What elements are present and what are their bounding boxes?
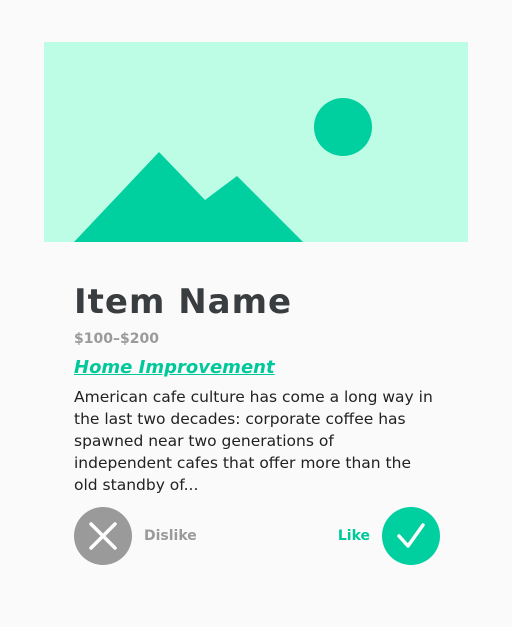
close-icon xyxy=(89,522,117,550)
like-button[interactable]: Like xyxy=(338,507,440,565)
mountain-shape xyxy=(74,152,303,242)
item-name: Item Name xyxy=(74,282,293,322)
image-placeholder-icon xyxy=(74,98,372,242)
item-description: American cafe culture has come a long wa… xyxy=(74,388,433,494)
item-price-range: $100–$200 xyxy=(74,331,159,347)
item-details: Item Name $100–$200 Home Improvement Ame… xyxy=(74,280,444,496)
item-image-placeholder xyxy=(44,42,468,242)
vote-actions: Dislike Like xyxy=(74,507,440,565)
dislike-button[interactable]: Dislike xyxy=(74,507,197,565)
dislike-circle[interactable] xyxy=(74,507,132,565)
item-card: Item Name $100–$200 Home Improvement Ame… xyxy=(0,0,512,627)
item-category-link[interactable]: Home Improvement xyxy=(74,356,275,380)
sun-shape xyxy=(314,98,372,156)
dislike-label: Dislike xyxy=(144,528,197,544)
like-circle[interactable] xyxy=(382,507,440,565)
like-label: Like xyxy=(337,528,370,544)
checkmark-icon xyxy=(397,523,425,548)
